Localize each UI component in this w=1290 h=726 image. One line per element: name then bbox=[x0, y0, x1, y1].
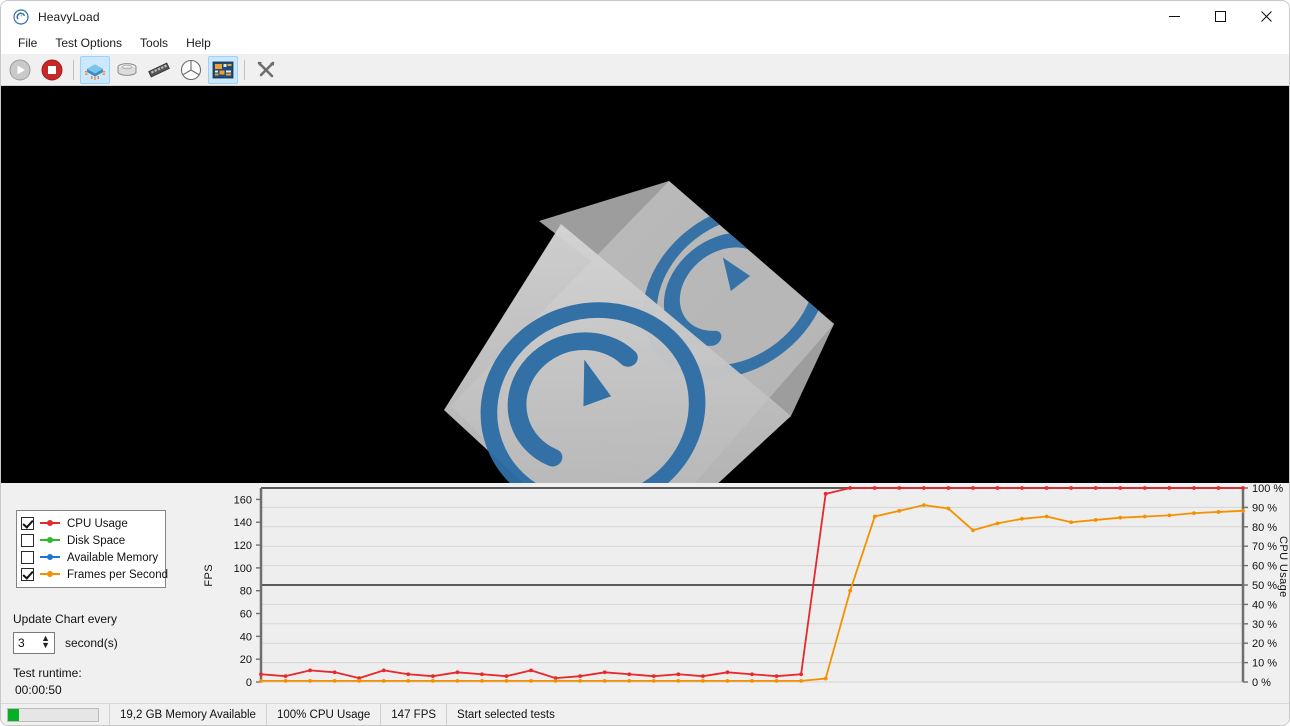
test-gpu-button[interactable] bbox=[176, 56, 206, 84]
close-button[interactable] bbox=[1243, 1, 1289, 32]
status-fps: 147 FPS bbox=[381, 703, 448, 725]
legend-disk-space[interactable]: Disk Space bbox=[21, 532, 160, 549]
legend-available-memory[interactable]: Available Memory bbox=[21, 549, 160, 566]
heavyload-window: HeavyLoad File Test Options Tools Help C… bbox=[0, 0, 1290, 726]
chart-y2-tick: 40 % bbox=[1252, 599, 1277, 611]
test-cpu-button[interactable] bbox=[80, 55, 110, 84]
chart-y2-tick: 90 % bbox=[1252, 502, 1277, 514]
seconds-label: second(s) bbox=[65, 636, 118, 650]
gpu-3d-render-view bbox=[1, 86, 1289, 483]
test-mainboard-button[interactable] bbox=[208, 55, 238, 84]
legend-available-memory-label: Available Memory bbox=[67, 551, 159, 564]
chart-y-tick: 140 bbox=[234, 517, 252, 529]
chart-y2-tick: 20 % bbox=[1252, 638, 1277, 650]
window-title: HeavyLoad bbox=[38, 9, 100, 24]
chart-y2-tick: 30 % bbox=[1252, 619, 1277, 631]
legend-frames-per-second-swatch bbox=[40, 570, 60, 579]
toolbar bbox=[1, 54, 1289, 86]
status-bar: 19,2 GB Memory Available 100% CPU Usage … bbox=[1, 703, 1289, 725]
legend-cpu-usage-checkbox[interactable] bbox=[21, 517, 34, 530]
chart-y2-tick: 70 % bbox=[1252, 541, 1277, 553]
update-interval-stepper[interactable]: ▲ ▼ bbox=[13, 632, 55, 654]
test-memory-button[interactable] bbox=[144, 56, 174, 84]
status-cpu: 100% CPU Usage bbox=[267, 703, 382, 725]
menu-test-options[interactable]: Test Options bbox=[46, 34, 131, 52]
heavyload-logo-icon bbox=[13, 8, 29, 25]
chart-y-axis-title: FPS bbox=[203, 564, 215, 587]
legend-frames-per-second-label: Frames per Second bbox=[67, 568, 168, 581]
stop-test-button[interactable] bbox=[37, 56, 67, 84]
stepper-arrows-icon[interactable]: ▲ ▼ bbox=[41, 634, 50, 650]
legend-available-memory-swatch bbox=[40, 553, 60, 562]
chart-series-legend: CPU Usage Disk Space Available Memory Fr… bbox=[16, 510, 168, 588]
chart-y2-tick: 50 % bbox=[1252, 580, 1277, 592]
chart-controls-panel: CPU Usage Disk Space Available Memory Fr… bbox=[1, 484, 211, 703]
legend-frames-per-second-checkbox[interactable] bbox=[21, 568, 34, 581]
chart-y-tick: 40 bbox=[240, 631, 252, 643]
legend-cpu-usage-swatch bbox=[40, 519, 60, 528]
menu-tools[interactable]: Tools bbox=[131, 34, 177, 52]
status-hint: Start selected tests bbox=[457, 708, 555, 721]
update-interval-control: ▲ ▼ second(s) bbox=[13, 632, 118, 654]
chart-y2-tick: 10 % bbox=[1252, 658, 1277, 670]
chart-y2-tick: 100 % bbox=[1252, 484, 1283, 495]
status-progress-cell bbox=[1, 703, 110, 725]
chart-y-tick: 60 bbox=[240, 609, 252, 621]
chart-canvas: 0 20 40 60 80 100 120 140 160 0 % 10 % 20 % 30 % 40 %… bbox=[234, 484, 1284, 689]
legend-frames-per-second[interactable]: Frames per Second bbox=[21, 566, 168, 583]
menu-bar: File Test Options Tools Help bbox=[1, 32, 1289, 54]
chart-y2-tick: 0 % bbox=[1252, 677, 1271, 689]
performance-chart: 0 20 40 60 80 100 120 140 160 0 % 10 % 20 % 30 % 40 %… bbox=[203, 484, 1289, 703]
chart-y-tick: 100 bbox=[234, 563, 252, 575]
options-button[interactable] bbox=[251, 56, 281, 84]
chart-y-tick: 80 bbox=[240, 586, 252, 598]
chart-y-tick: 120 bbox=[234, 540, 252, 552]
menu-help[interactable]: Help bbox=[177, 34, 220, 52]
test-runtime-value: 00:00:50 bbox=[15, 683, 62, 697]
test-progress-bar bbox=[7, 707, 99, 722]
chart-y-tick: 20 bbox=[240, 654, 252, 666]
test-runtime-label: Test runtime: bbox=[13, 666, 82, 680]
chart-y2-tick: 80 % bbox=[1252, 522, 1277, 534]
legend-disk-space-swatch bbox=[40, 536, 60, 545]
minimize-button[interactable] bbox=[1151, 1, 1197, 32]
legend-disk-space-label: Disk Space bbox=[67, 534, 126, 547]
update-interval-input[interactable] bbox=[14, 636, 36, 650]
legend-available-memory-checkbox[interactable] bbox=[21, 551, 34, 564]
chart-panel: CPU Usage Disk Space Available Memory Fr… bbox=[1, 483, 1289, 703]
stepper-down-icon[interactable]: ▼ bbox=[41, 641, 50, 650]
chart-y-tick: 0 bbox=[246, 677, 252, 689]
update-chart-label: Update Chart every bbox=[13, 612, 118, 626]
maximize-button[interactable] bbox=[1197, 1, 1243, 32]
chart-y2-axis-title: CPU Usage bbox=[1277, 536, 1289, 598]
start-test-button[interactable] bbox=[5, 56, 35, 84]
legend-cpu-usage-label: CPU Usage bbox=[67, 517, 128, 530]
window-controls bbox=[1151, 1, 1289, 32]
title-bar: HeavyLoad bbox=[1, 1, 1289, 32]
legend-cpu-usage[interactable]: CPU Usage bbox=[21, 515, 160, 532]
chart-y2-tick: 60 % bbox=[1252, 561, 1277, 573]
toolbar-separator-2 bbox=[244, 59, 245, 80]
toolbar-separator-1 bbox=[73, 59, 74, 80]
test-disk-button[interactable] bbox=[112, 56, 142, 84]
status-memory: 19,2 GB Memory Available bbox=[110, 703, 267, 725]
menu-file[interactable]: File bbox=[9, 34, 46, 52]
legend-disk-space-checkbox[interactable] bbox=[21, 534, 34, 547]
chart-y-tick: 160 bbox=[234, 494, 252, 506]
